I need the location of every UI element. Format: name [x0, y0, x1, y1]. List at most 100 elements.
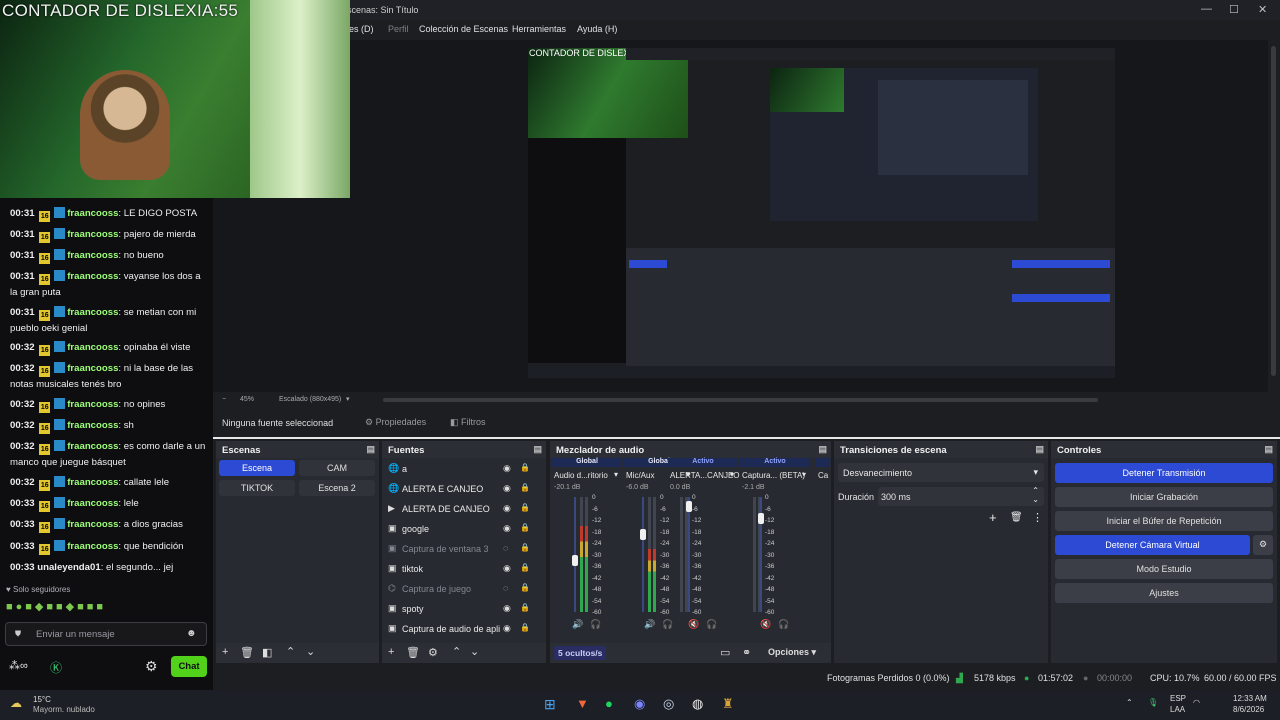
message-username[interactable]: fraancooss [67, 307, 118, 318]
gear-icon[interactable]: ⚙ [428, 646, 438, 659]
dock-menu-icon[interactable]: ▤ [1264, 444, 1273, 455]
preview-scrollbar[interactable] [1268, 40, 1280, 392]
spin-down-icon[interactable]: ⌄ [1032, 495, 1039, 504]
properties-button[interactable]: ⚙ Propiedades [365, 417, 426, 428]
eye-off-icon[interactable]: ◌ [503, 543, 508, 553]
eye-icon[interactable]: ◉ [503, 523, 511, 534]
source-item[interactable]: ▣ Captura de ventana 3 ◌ 🔒 [382, 540, 532, 558]
speaker-icon[interactable]: 🔊 [572, 619, 583, 630]
speaker-icon[interactable]: 🔊 [644, 619, 655, 630]
channel-name[interactable]: Captura... (BETA) [742, 471, 805, 480]
more-vertical-icon[interactable]: ⋮ [1032, 511, 1043, 524]
lock-icon[interactable]: 🔒 [520, 583, 530, 592]
stop-streaming-button[interactable]: Detener Transmisión [1055, 463, 1273, 483]
maximize-icon[interactable]: ☐ [1229, 3, 1239, 16]
message-username[interactable]: fraancooss [67, 541, 118, 552]
message-username[interactable]: fraancooss [67, 271, 118, 282]
replay-buffer-button[interactable]: Iniciar el Búfer de Repetición [1055, 511, 1273, 531]
chevron-down-icon[interactable]: ⌄ [470, 645, 479, 658]
headphones-icon[interactable]: 🎧 [778, 619, 789, 630]
source-item[interactable]: ⌬ Captura de juego ◌ 🔒 [382, 580, 532, 598]
discord-icon[interactable]: ◉ [634, 696, 645, 712]
spin-up-icon[interactable]: ⌃ [1032, 486, 1039, 495]
stop-virtual-camera-button[interactable]: Detener Cámara Virtual [1055, 535, 1250, 555]
eye-icon[interactable]: ◉ [503, 623, 511, 634]
minimize-icon[interactable]: — [1201, 3, 1212, 15]
menu-tools[interactable]: Herramientas [512, 24, 566, 34]
eye-icon[interactable]: ◉ [503, 463, 511, 474]
game-icon[interactable]: ♜ [722, 696, 734, 712]
chevron-up-icon[interactable]: ⌃ [452, 645, 461, 658]
link-icon[interactable]: ⚭ [742, 646, 751, 659]
eye-off-icon[interactable]: ◌ [503, 583, 508, 593]
chevron-down-icon[interactable]: ▾ [730, 470, 734, 479]
source-item[interactable]: ▶ ALERTA DE CANJEO ◉ 🔒 [382, 500, 532, 518]
source-item[interactable]: ▣ google ◉ 🔒 [382, 520, 532, 538]
dock-divider[interactable] [213, 437, 1280, 439]
message-username[interactable]: fraancooss [67, 229, 118, 240]
source-item[interactable]: 🌐 ALERTA E CANJEO ◉ 🔒 [382, 480, 532, 498]
lock-icon[interactable]: 🔒 [520, 543, 530, 552]
scale-dropdown-icon[interactable]: ▾ [346, 395, 350, 403]
hidden-channels-badge[interactable]: 5 ocultos/s [554, 646, 607, 660]
weather-icon[interactable]: ☁ [10, 696, 22, 710]
zoom-out-icon[interactable]: − [222, 396, 226, 403]
dock-menu-icon[interactable]: ▤ [533, 444, 542, 455]
chevron-down-icon[interactable]: ⌄ [306, 645, 315, 658]
menu-help[interactable]: Ayuda (H) [577, 24, 617, 34]
source-item[interactable]: ▣ tiktok ◉ 🔒 [382, 560, 532, 578]
mute-icon[interactable]: 🔇 [760, 619, 771, 630]
wifi-icon[interactable]: ◠ [1193, 698, 1200, 707]
headphones-icon[interactable]: 🎧 [662, 619, 673, 630]
chevron-up-icon[interactable]: ⌃ [1126, 698, 1133, 707]
add-icon[interactable]: + [989, 510, 997, 525]
chat-input[interactable]: ⛊ Enviar un mensaje ☻ [5, 622, 207, 646]
lock-icon[interactable]: 🔒 [520, 603, 530, 612]
close-icon[interactable]: ✕ [1258, 3, 1267, 16]
menu-scene-collection[interactable]: Colección de Escenas [419, 24, 508, 34]
trash-icon[interactable]: 🗑 [406, 646, 420, 659]
trash-icon[interactable]: 🗑 [240, 646, 254, 659]
message-username[interactable]: fraancooss [67, 498, 118, 509]
lock-icon[interactable]: 🔒 [520, 623, 530, 632]
chevron-up-icon[interactable]: ⌃ [286, 645, 295, 658]
layout-icon[interactable]: ▭ [720, 646, 730, 659]
message-username[interactable]: fraancooss [67, 250, 118, 261]
chevron-down-icon[interactable]: ▾ [802, 470, 806, 479]
virtual-camera-settings-button[interactable]: ⚙ [1253, 535, 1273, 555]
message-username[interactable]: fraancooss [67, 342, 118, 353]
lock-icon[interactable]: 🔒 [520, 523, 530, 532]
kick-icon[interactable]: Ⓚ [50, 659, 62, 676]
obs-icon[interactable]: ◍ [692, 696, 703, 712]
message-username[interactable]: fraancooss [67, 399, 118, 410]
source-item[interactable]: ▣ Captura de audio de apli ◉ 🔒 [382, 620, 532, 638]
channel-name[interactable]: Audio d...ritorio [554, 471, 608, 480]
brave-icon[interactable]: ▼ [576, 696, 589, 711]
volume-fader-handle[interactable] [758, 512, 764, 524]
add-icon[interactable]: + [222, 646, 228, 658]
scene-escena[interactable]: Escena [219, 460, 295, 476]
windows-start-icon[interactable]: ⊞ [544, 696, 556, 713]
dock-menu-icon[interactable]: ▤ [366, 444, 375, 455]
eye-icon[interactable]: ◉ [503, 483, 511, 494]
channel-name[interactable]: Mic/Aux [626, 471, 654, 480]
spotify-icon[interactable]: ● [605, 696, 613, 711]
mic-icon[interactable]: 🎙 [1148, 698, 1158, 707]
studio-mode-button[interactable]: Modo Estudio [1055, 559, 1273, 579]
headphones-icon[interactable]: 🎧 [706, 619, 717, 630]
gear-icon[interactable]: ⚙ [145, 658, 158, 675]
message-username[interactable]: unaleyenda01 [37, 562, 100, 573]
lock-icon[interactable]: 🔒 [520, 483, 530, 492]
headphones-icon[interactable]: 🎧 [590, 619, 601, 630]
volume-fader-track[interactable] [642, 497, 644, 612]
dock-menu-icon[interactable]: ▤ [1035, 444, 1044, 455]
mixer-options-button[interactable]: Opciones ▾ [768, 647, 816, 658]
trash-icon[interactable]: 🗑 [1010, 512, 1023, 523]
volume-fader-handle[interactable] [572, 555, 578, 567]
eye-icon[interactable]: ◉ [503, 603, 511, 614]
lock-icon[interactable]: 🔒 [520, 563, 530, 572]
message-username[interactable]: fraancooss [67, 441, 118, 452]
message-username[interactable]: fraancooss [67, 519, 118, 530]
volume-fader-handle[interactable] [640, 528, 646, 540]
horizontal-scrollbar[interactable] [383, 398, 1098, 402]
